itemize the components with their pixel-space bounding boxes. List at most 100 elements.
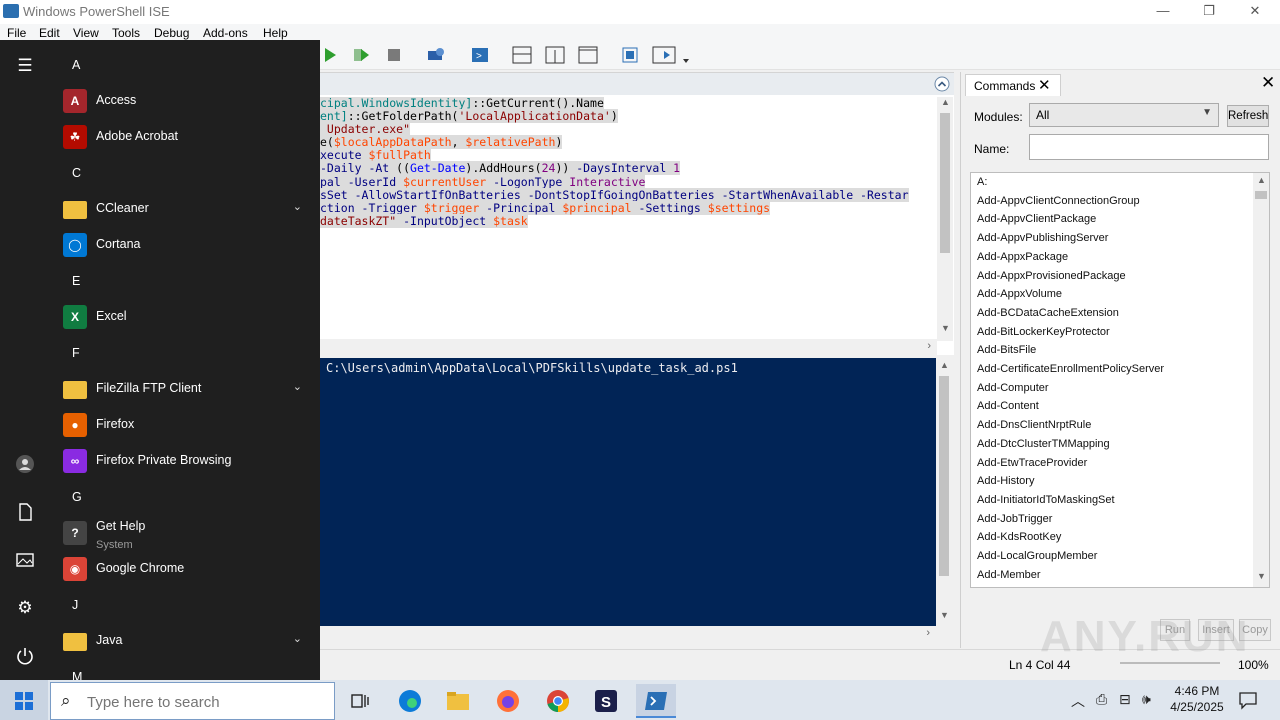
commands-tab[interactable]: Commands ✕ — [965, 74, 1061, 96]
toolbar-overflow-icon[interactable] — [682, 52, 690, 70]
taskbar-powershell-ise[interactable] — [636, 684, 676, 718]
name-filter-input[interactable] — [1029, 134, 1269, 160]
taskbar-clock[interactable]: 4:46 PM 4/25/2025 — [1162, 683, 1232, 715]
run-script-icon[interactable] — [320, 46, 340, 64]
remote-powershell-icon[interactable] — [426, 46, 446, 64]
console-horizontal-scrollbar[interactable]: › — [320, 626, 936, 642]
start-item-adobe-acrobat[interactable]: ☘ Adobe Acrobat — [62, 120, 312, 154]
taskbar-file-explorer[interactable] — [438, 684, 478, 718]
command-list-item[interactable]: Add-Member — [977, 569, 1041, 581]
collapse-script-pane-icon[interactable] — [934, 76, 950, 92]
show-command-window-icon[interactable] — [620, 46, 640, 64]
script-horizontal-scrollbar[interactable]: › — [320, 339, 937, 355]
group-letter-j[interactable]: J — [72, 598, 78, 612]
taskbar-firefox[interactable] — [488, 684, 528, 718]
command-list-item[interactable]: Add-LocalGroupMember — [977, 550, 1097, 562]
start-item-google-chrome[interactable]: ◉ Google Chrome — [62, 552, 312, 586]
console-scroll-thumb[interactable] — [939, 376, 949, 576]
menu-debug[interactable]: Debug — [154, 26, 189, 40]
network-icon[interactable]: ⊟ — [1119, 691, 1131, 708]
refresh-button[interactable]: Refresh — [1227, 105, 1269, 127]
search-input[interactable] — [87, 691, 327, 713]
hamburger-menu-icon[interactable]: ☰ — [15, 56, 35, 76]
notifications-icon[interactable] — [1238, 690, 1258, 710]
close-tab-icon[interactable]: ✕ — [1038, 76, 1051, 94]
console-vertical-scrollbar[interactable]: ▲ ▼ — [936, 358, 952, 626]
command-list-item[interactable]: Add-BCDataCacheExtension — [977, 307, 1119, 319]
task-view-button[interactable] — [340, 684, 380, 718]
taskbar-app-s[interactable]: S — [586, 684, 626, 718]
chevron-down-icon[interactable]: ⌄ — [293, 632, 302, 645]
command-list-item[interactable]: Add-AppxVolume — [977, 288, 1062, 300]
taskbar-search[interactable]: ⌕ — [50, 682, 335, 720]
command-list-item[interactable]: Add-History — [977, 475, 1034, 487]
menu-help[interactable]: Help — [263, 26, 288, 40]
group-letter-m[interactable]: M — [72, 670, 82, 680]
command-list-item[interactable]: Add-BitsFile — [977, 344, 1036, 356]
minimize-button[interactable]: — — [1140, 0, 1186, 24]
command-list-item[interactable]: Add-Content — [977, 400, 1039, 412]
command-list-item[interactable]: Add-AppvClientPackage — [977, 213, 1096, 225]
start-item-filezilla-ftp-client[interactable]: FileZilla FTP Client ⌄ — [62, 372, 312, 406]
powershell-console-icon[interactable]: > — [470, 46, 490, 64]
commands-list[interactable]: ▲ ▼ A: Add-AppvClientConnectionGroup Add-A… — [970, 172, 1270, 588]
chevron-down-icon[interactable]: ⌄ — [293, 380, 302, 393]
commands-list-scrollbar[interactable]: ▲ ▼ — [1253, 173, 1269, 587]
group-letter-a[interactable]: A — [72, 58, 80, 72]
start-item-java[interactable]: Java ⌄ — [62, 624, 312, 658]
command-list-item[interactable]: Add-JobTrigger — [977, 513, 1052, 525]
show-script-maximized-icon[interactable] — [578, 46, 598, 64]
start-item-firefox[interactable]: ● Firefox — [62, 408, 312, 442]
menu-tools[interactable]: Tools — [112, 26, 140, 40]
group-letter-c[interactable]: C — [72, 166, 81, 180]
start-item-get-help[interactable]: ? Get Help System — [62, 516, 312, 551]
close-panel-icon[interactable]: ✕ — [1261, 73, 1275, 93]
command-list-item[interactable]: Add-KdsRootKey — [977, 531, 1061, 543]
stop-icon[interactable] — [384, 46, 404, 64]
menu-file[interactable]: File — [7, 26, 26, 40]
group-letter-f[interactable]: F — [72, 346, 80, 360]
taskbar-edge[interactable] — [390, 684, 430, 718]
run-selection-icon[interactable] — [352, 46, 372, 64]
volume-icon[interactable]: 🕪 — [1142, 691, 1151, 708]
menu-view[interactable]: View — [73, 26, 99, 40]
power-icon[interactable] — [15, 646, 35, 666]
command-list-item[interactable]: Add-AppvPublishingServer — [977, 232, 1108, 244]
command-list-item[interactable]: Add-Computer — [977, 382, 1049, 394]
user-account-icon[interactable] — [15, 454, 35, 474]
modules-select[interactable]: All ▼ — [1029, 103, 1219, 127]
maximize-button[interactable]: ❐ — [1186, 0, 1232, 24]
command-list-item[interactable]: Add-BitLockerKeyProtector — [977, 326, 1110, 338]
command-list-item[interactable]: Add-DnsClientNrptRule — [977, 419, 1091, 431]
start-item-firefox-private-browsing[interactable]: ∞ Firefox Private Browsing — [62, 444, 312, 478]
pictures-icon[interactable] — [15, 550, 35, 570]
show-script-right-icon[interactable] — [545, 46, 565, 64]
taskbar-chrome[interactable] — [538, 684, 578, 718]
start-item-cortana[interactable]: ◯ Cortana — [62, 228, 312, 262]
start-item-ccleaner[interactable]: CCleaner ⌄ — [62, 192, 312, 226]
command-list-item[interactable]: Add-AppvClientConnectionGroup — [977, 195, 1140, 207]
show-script-top-icon[interactable] — [512, 46, 532, 64]
script-editor[interactable]: cipal.WindowsIdentity]::GetCurrent().Nam… — [320, 97, 936, 341]
command-list-item[interactable]: Add-InitiatorIdToMaskingSet — [977, 494, 1115, 506]
command-list-item[interactable]: Add-DtcClusterTMMapping — [977, 438, 1110, 450]
console-pane[interactable]: C:\Users\admin\AppData\Local\PDFSkills\u… — [320, 358, 936, 626]
close-button[interactable]: ✕ — [1232, 0, 1278, 24]
settings-gear-icon[interactable]: ⚙ — [15, 598, 35, 618]
documents-icon[interactable] — [15, 502, 35, 522]
zoom-slider[interactable] — [1120, 662, 1220, 664]
start-item-excel[interactable]: X Excel — [62, 300, 312, 334]
start-button[interactable] — [0, 680, 48, 720]
command-list-item[interactable]: Add-AppxPackage — [977, 251, 1068, 263]
show-hidden-icons-icon[interactable]: ︿ — [1071, 691, 1085, 711]
script-scroll-thumb[interactable] — [940, 113, 950, 253]
group-letter-e[interactable]: E — [72, 274, 80, 288]
script-vertical-scrollbar[interactable]: ▲ ▼ — [937, 97, 953, 341]
menu-addons[interactable]: Add-ons — [203, 26, 248, 40]
device-icon[interactable]: ⎙ — [1096, 691, 1107, 708]
chevron-down-icon[interactable]: ⌄ — [293, 200, 302, 213]
command-list-item[interactable]: Add-CertificateEnrollmentPolicyServer — [977, 363, 1164, 375]
menu-edit[interactable]: Edit — [39, 26, 60, 40]
group-letter-g[interactable]: G — [72, 490, 82, 504]
command-list-item[interactable]: Add-EtwTraceProvider — [977, 457, 1087, 469]
